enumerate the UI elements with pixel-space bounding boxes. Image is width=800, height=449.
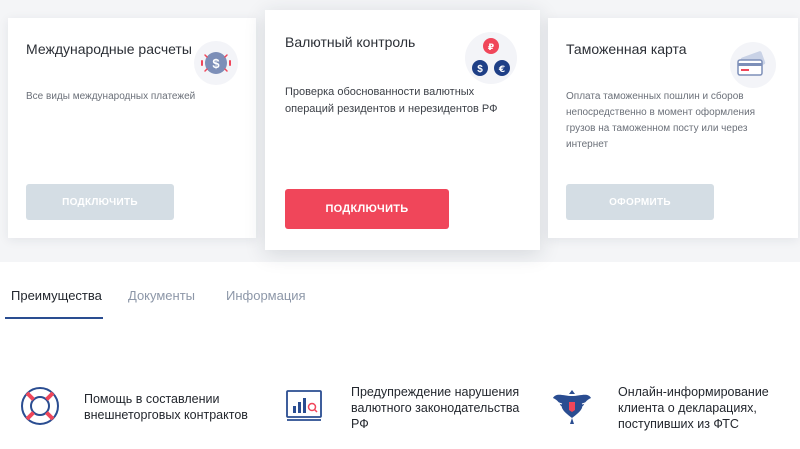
card-currency-control: Валютный контроль ₽ $ € Проверка обоснов…: [265, 10, 540, 250]
feature-line: Предупреждение нарушения: [351, 385, 520, 399]
description-line: непосредственно в момент оформления: [566, 107, 756, 118]
feature-line: РФ: [351, 417, 369, 431]
card-customs-card: Таможенная карта Оплата таможенных пошли…: [548, 18, 798, 238]
description-line: Оплата таможенных пошлин и сборов: [566, 91, 744, 102]
card-title: Валютный контроль: [285, 34, 416, 50]
feature-line: Помощь в составлении: [84, 392, 220, 406]
credit-card-icon: [730, 42, 776, 88]
card-title: Международные расчеты: [26, 41, 192, 57]
lifebuoy-icon: [18, 384, 62, 428]
dollar-coin-icon: $: [194, 41, 238, 85]
connect-currency-control-button[interactable]: Подключить: [285, 189, 449, 229]
feature-fts-notifications: Онлайн-информирование клиента о декларац…: [618, 384, 769, 432]
tab-documents[interactable]: Документы: [128, 288, 195, 303]
russian-emblem-icon: [550, 384, 594, 428]
card-title: Таможенная карта: [566, 41, 687, 57]
feature-line: внешнеторговых контрактов: [84, 408, 248, 422]
card-description: Проверка обоснованности валютных операци…: [285, 84, 498, 118]
card-description: Оплата таможенных пошлин и сборов непоср…: [566, 89, 755, 153]
active-tab-indicator: [5, 317, 103, 319]
description-line: интернет: [566, 139, 609, 150]
tab-information[interactable]: Информация: [226, 288, 306, 303]
feature-currency-law: Предупреждение нарушения валютного закон…: [351, 384, 519, 432]
apply-customs-card-button[interactable]: Оформить: [566, 184, 714, 220]
feature-contracts: Помощь в составлении внешнеторговых конт…: [84, 391, 248, 423]
svg-text:₽: ₽: [488, 43, 494, 53]
feature-line: клиента о декларациях,: [618, 401, 757, 415]
svg-text:$: $: [212, 56, 220, 71]
description-line: операций резидентов и нерезидентов РФ: [285, 103, 498, 115]
connect-international-button[interactable]: Подключить: [26, 184, 174, 220]
analytics-chart-icon: [285, 389, 323, 423]
feature-line: валютного законодательства: [351, 401, 520, 415]
tab-bar: Преимущества Документы Информация: [0, 270, 800, 320]
svg-text:€: €: [498, 65, 505, 75]
description-line: Проверка обоснованности валютных: [285, 86, 475, 98]
currency-exchange-icon: ₽ $ €: [465, 32, 517, 84]
svg-text:$: $: [477, 64, 483, 75]
card-international-payments: Международные расчеты $ Все виды междуна…: [8, 18, 256, 238]
card-description: Все виды международных платежей: [26, 91, 196, 102]
feature-line: Онлайн-информирование: [618, 385, 769, 399]
description-line: грузов на таможенном посту или через: [566, 123, 748, 134]
feature-line: поступивших из ФТС: [618, 417, 739, 431]
tab-advantages[interactable]: Преимущества: [11, 288, 102, 303]
